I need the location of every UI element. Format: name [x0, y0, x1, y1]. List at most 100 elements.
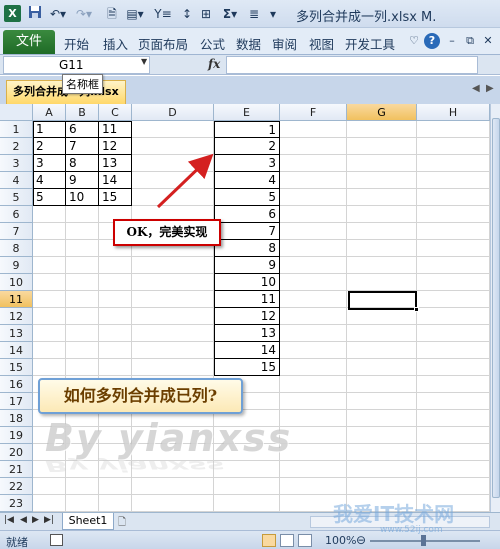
row-header-5[interactable]: 5 [0, 189, 33, 206]
row-header-3[interactable]: 3 [0, 155, 33, 172]
tab-file[interactable]: 文件 [3, 30, 55, 54]
row-header-15[interactable]: 15 [0, 359, 33, 376]
cell[interactable]: 4 [214, 172, 280, 189]
next-sheet-icon[interactable]: ▶ [32, 515, 39, 525]
row-header-16[interactable]: 16 [0, 376, 33, 393]
window-restore-icon[interactable]: ⧉ [462, 33, 478, 49]
column-header-c[interactable]: C [99, 104, 132, 121]
help-icon[interactable]: ? [424, 33, 440, 49]
formula-input[interactable] [226, 56, 478, 74]
row-header-12[interactable]: 12 [0, 308, 33, 325]
cell[interactable]: 1 [214, 121, 280, 138]
column-header-f[interactable]: F [280, 104, 347, 121]
cell[interactable]: 8 [214, 240, 280, 257]
row-header-2[interactable]: 2 [0, 138, 33, 155]
cell[interactable]: 1 [33, 121, 66, 138]
excel-app-icon[interactable]: X [4, 5, 21, 22]
zoom-level[interactable]: 100% [325, 534, 356, 547]
cell[interactable]: 13 [214, 325, 280, 342]
cell[interactable]: 10 [66, 189, 99, 206]
scroll-left-icon[interactable]: ◀ [472, 83, 480, 94]
worksheet-grid[interactable]: A B C D E F G H 1 2 3 4 5 6 7 8 9 10 11 12 13 14 15 16 17 18 19 20 2… [0, 104, 490, 512]
row-header-6[interactable]: 6 [0, 206, 33, 223]
row-header-20[interactable]: 20 [0, 444, 33, 461]
cell[interactable]: 5 [33, 189, 66, 206]
cell[interactable]: 7 [66, 138, 99, 155]
tab-view[interactable]: 视图 [309, 34, 334, 53]
sheet-tab-sheet1[interactable]: Sheet1 [62, 513, 114, 530]
row-header-18[interactable]: 18 [0, 410, 33, 427]
filter-icon[interactable]: Y≡ [150, 5, 176, 23]
row-header-9[interactable]: 9 [0, 257, 33, 274]
cell[interactable]: 10 [214, 274, 280, 291]
active-cell-g11[interactable] [348, 291, 419, 312]
row-header-22[interactable]: 22 [0, 478, 33, 495]
prev-sheet-icon[interactable]: ◀ [20, 515, 27, 525]
cell[interactable]: 2 [33, 138, 66, 155]
cell[interactable]: 3 [214, 155, 280, 172]
column-header-b[interactable]: B [66, 104, 99, 121]
row-header-13[interactable]: 13 [0, 325, 33, 342]
column-header-a[interactable]: A [33, 104, 66, 121]
cell[interactable]: 11 [214, 291, 280, 308]
name-box-dropdown-icon[interactable]: ▼ [141, 57, 147, 66]
tab-page-layout[interactable]: 页面布局 [138, 34, 188, 53]
cell[interactable]: 13 [99, 155, 132, 172]
cell[interactable]: 14 [214, 342, 280, 359]
cell[interactable]: 9 [214, 257, 280, 274]
autosum-icon[interactable]: Σ▾ [218, 5, 242, 23]
insert-sheet-icon[interactable]: 🗋 [118, 515, 132, 528]
cell[interactable]: 15 [99, 189, 132, 206]
fill-handle[interactable] [414, 307, 419, 312]
cell[interactable]: 14 [99, 172, 132, 189]
page-layout-view-icon[interactable] [280, 534, 294, 547]
row-header-11[interactable]: 11 [0, 291, 33, 308]
row-header-19[interactable]: 19 [0, 427, 33, 444]
cell[interactable]: 3 [33, 155, 66, 172]
tab-home[interactable]: 开始 [64, 34, 89, 53]
cell[interactable]: 5 [214, 189, 280, 206]
normal-view-icon[interactable] [262, 534, 276, 547]
zoom-slider-thumb[interactable] [421, 535, 426, 546]
row-header-4[interactable]: 4 [0, 172, 33, 189]
customize-qat-icon[interactable]: ▾ [266, 5, 280, 23]
cell[interactable]: 12 [214, 308, 280, 325]
select-all-corner[interactable] [0, 104, 33, 121]
print-preview-icon[interactable]: 🗎 [104, 5, 120, 23]
first-sheet-icon[interactable]: |◀ [4, 515, 14, 525]
cell[interactable]: 2 [214, 138, 280, 155]
row-header-1[interactable]: 1 [0, 121, 33, 138]
column-header-d[interactable]: D [132, 104, 214, 121]
row-header-17[interactable]: 17 [0, 393, 33, 410]
save-icon[interactable] [27, 5, 43, 23]
row-header-7[interactable]: 7 [0, 223, 33, 240]
window-close-icon[interactable]: ✕ [480, 33, 496, 49]
column-header-g[interactable]: G [347, 104, 417, 121]
vertical-scroll-thumb[interactable] [492, 118, 500, 498]
cell[interactable]: 6 [66, 121, 99, 138]
row-header-21[interactable]: 21 [0, 461, 33, 478]
minimize-ribbon-icon[interactable]: ♡ [406, 33, 422, 49]
macro-record-icon[interactable] [50, 534, 63, 546]
insert-function-icon[interactable]: fx [208, 57, 220, 71]
tab-insert[interactable]: 插入 [103, 34, 128, 53]
form-icon[interactable]: ▤▾ [124, 5, 146, 23]
column-header-e[interactable]: E [214, 104, 280, 121]
column-header-h[interactable]: H [417, 104, 490, 121]
scroll-right-icon[interactable]: ▶ [486, 83, 494, 94]
cell[interactable]: 11 [99, 121, 132, 138]
zoom-out-icon[interactable]: ⊖ [356, 533, 366, 547]
tab-developer[interactable]: 开发工具 [345, 34, 395, 53]
sort-icon[interactable]: ↕ [178, 5, 196, 23]
name-box[interactable]: G11 [3, 56, 150, 74]
row-header-8[interactable]: 8 [0, 240, 33, 257]
cell[interactable]: 6 [214, 206, 280, 223]
redo-icon[interactable]: ↷▾ [73, 5, 95, 23]
tab-formulas[interactable]: 公式 [200, 34, 225, 53]
cell[interactable]: 7 [214, 223, 280, 240]
window-minimize-icon[interactable]: – [444, 33, 460, 49]
align-icon[interactable]: ≣ [246, 5, 262, 23]
vertical-scrollbar[interactable] [490, 104, 500, 512]
last-sheet-icon[interactable]: ▶| [44, 515, 54, 525]
cell[interactable]: 9 [66, 172, 99, 189]
